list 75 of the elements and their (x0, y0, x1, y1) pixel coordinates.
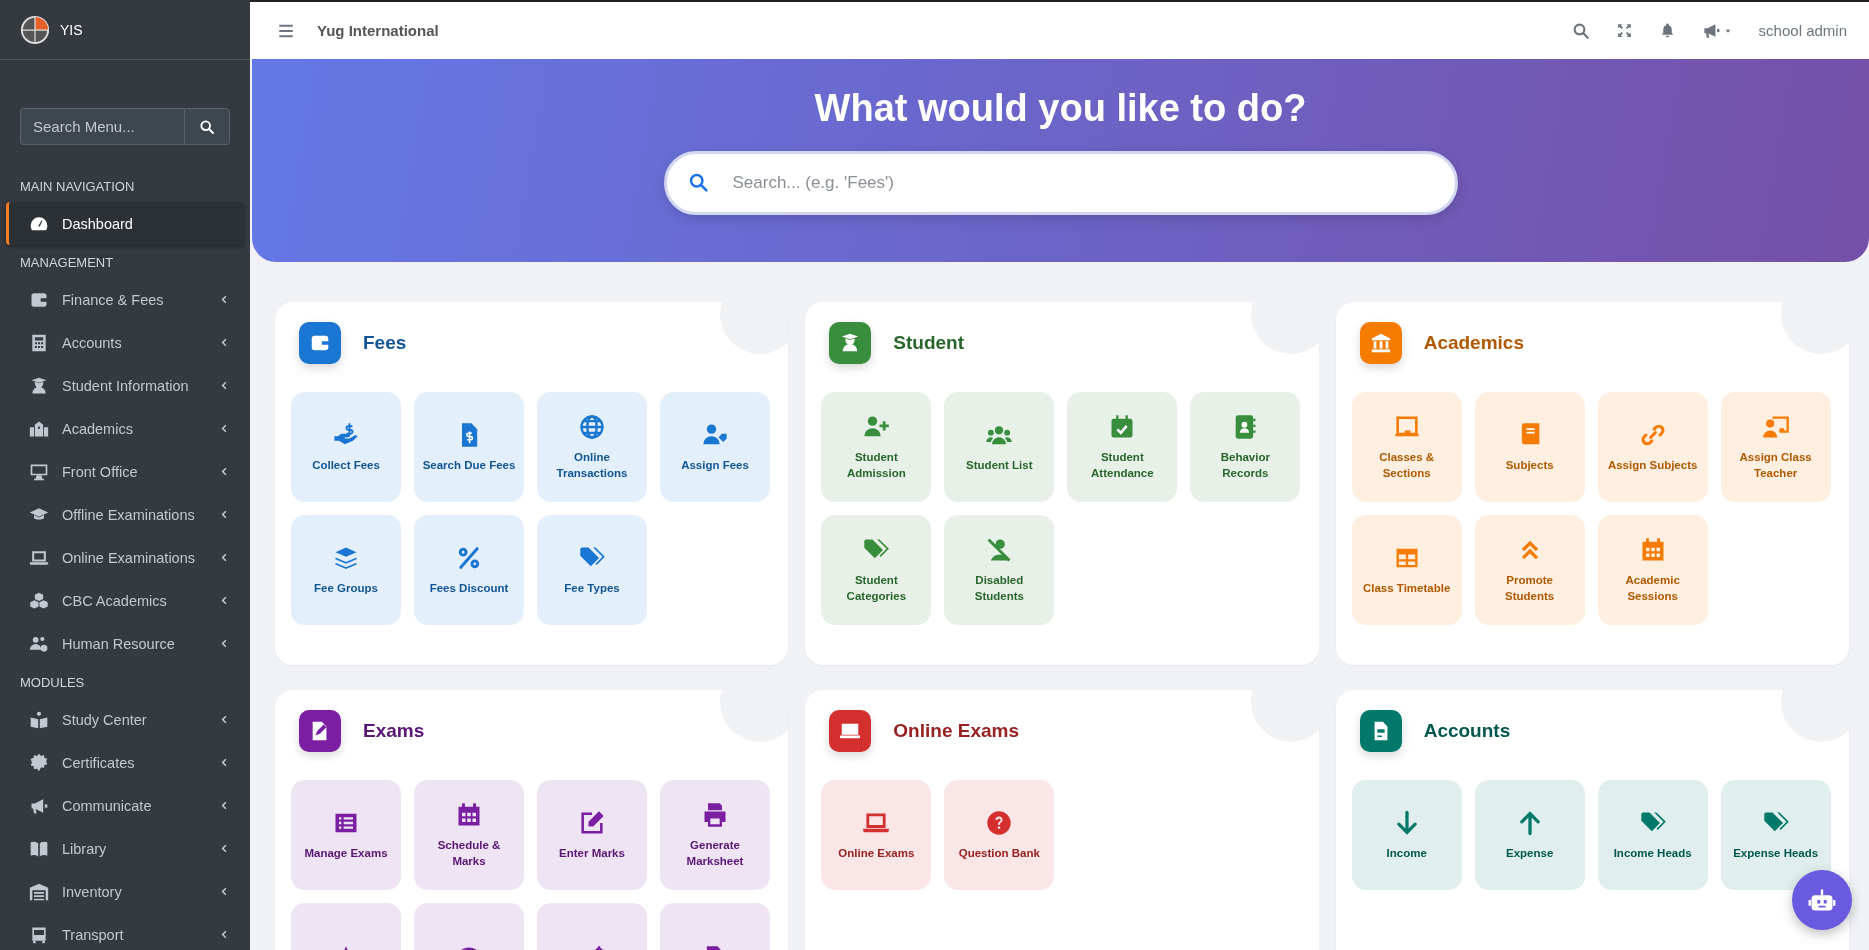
shortcut-tile[interactable]: Generate Marksheet (660, 780, 770, 890)
sidebar-item[interactable]: Study Center (0, 698, 250, 741)
shortcut-tile[interactable]: Enter Marks (537, 780, 647, 890)
shortcut-tile[interactable]: Online Transactions (537, 392, 647, 502)
shortcut-tile[interactable]: Student Categories (821, 515, 932, 625)
bank-icon (1369, 332, 1392, 354)
sidebar-item[interactable]: CBC Academics (0, 579, 250, 622)
shortcut-tile[interactable]: Collect Fees (291, 392, 401, 502)
shortcut-tile[interactable]: Subjects (1474, 392, 1585, 502)
sidebar-item[interactable]: Human Resource (0, 622, 250, 665)
sidebar-item[interactable]: Communicate (0, 784, 250, 827)
section-title: Exams (363, 720, 425, 742)
section-title: Accounts (1423, 720, 1511, 742)
shortcut-tile[interactable]: Academic Sessions (1597, 515, 1708, 625)
shortcut-tile[interactable]: Assign Fees (660, 392, 770, 502)
shortcut-tile[interactable]: Student List (944, 392, 1055, 502)
shortcut-tile[interactable]: Search Due Fees (414, 392, 524, 502)
globe-icon (578, 413, 606, 441)
shortcut-tile[interactable]: Class Timetable (1351, 515, 1462, 625)
shortcut-tile[interactable]: Online Exams (821, 780, 932, 890)
search-button[interactable] (184, 108, 230, 145)
search-icon (1571, 21, 1590, 40)
sidebar-item[interactable]: Accounts (0, 321, 250, 364)
shortcut-tile[interactable]: Fee Types (537, 515, 647, 625)
sidebar-item[interactable]: Offline Examinations (0, 493, 250, 536)
shortcut-tile[interactable]: Fee Groups (291, 515, 401, 625)
sidebar-item[interactable]: Inventory (0, 870, 250, 913)
hero-title: What would you like to do? (814, 86, 1307, 131)
school-name: Yug International (317, 22, 440, 39)
nav-section-heading: MANAGEMENT (19, 254, 115, 272)
menu-search-field[interactable]: Search Menu... (20, 108, 184, 145)
cubes-icon (29, 590, 49, 611)
sidebar-item[interactable]: Academics (0, 407, 250, 450)
sidebar-item[interactable]: Front Office (0, 450, 250, 493)
sidebar-item[interactable]: Library (0, 827, 250, 870)
nav-section-heading: MODULES (19, 674, 86, 692)
expand-icon (1615, 22, 1633, 39)
shortcut-tile[interactable]: Assign Class Teacher (1720, 392, 1831, 502)
shortcut-tile[interactable]: Fees Discount (414, 515, 524, 625)
badge-icon (29, 752, 49, 773)
sidebar-item[interactable]: Student Information (0, 364, 250, 407)
sidebar-item[interactable]: Dashboard (6, 202, 244, 245)
shortcut-tile[interactable]: Behavior Records (1190, 392, 1301, 502)
section-title: Academics (1423, 332, 1524, 354)
reader-icon (29, 709, 49, 730)
shortcut-tile[interactable]: Expense (1474, 780, 1585, 890)
sidebar-item[interactable]: Transport (0, 913, 250, 950)
calculator-icon (29, 332, 49, 353)
shortcut-tile[interactable]: Classes & Sections (1351, 392, 1462, 502)
search-icon (199, 118, 215, 135)
sidebar-item[interactable]: Finance & Fees (0, 278, 250, 321)
shortcut-tile[interactable]: Disabled Students (944, 515, 1055, 625)
brand-name: YIS (60, 21, 83, 38)
shortcut-tile[interactable]: Question Bank (944, 780, 1055, 890)
search-icon (687, 172, 709, 193)
sidebar-item[interactable]: Online Examinations (0, 536, 250, 579)
section-title: Student (893, 332, 965, 354)
warehouse-icon (29, 881, 49, 902)
shortcut-tile[interactable]: Income Heads (1597, 780, 1708, 890)
section-title: Online Exams (893, 720, 1019, 742)
shortcut-tile[interactable]: Student Admission (821, 392, 932, 502)
nav-section-heading: MAIN NAVIGATION (19, 178, 136, 196)
shortcut-tile[interactable]: Expense Heads (1720, 780, 1831, 890)
action-search-field[interactable]: Search... (e.g. 'Fees') (663, 151, 1458, 215)
shortcut-tile[interactable]: Assign Subjects (1597, 392, 1708, 502)
user-menu[interactable]: school admin (1758, 22, 1847, 39)
shortcut-tile[interactable]: Promote Students (1474, 515, 1585, 625)
shortcut-tile[interactable]: Income (1351, 780, 1462, 890)
section-title: Fees (363, 332, 407, 354)
shortcut-tile[interactable]: Manage Exams (291, 780, 401, 890)
sidebar-item[interactable]: Certificates (0, 741, 250, 784)
shortcut-tile[interactable]: Student Attendance (1067, 392, 1178, 502)
shortcut-tile[interactable]: Schedule & Marks (414, 780, 524, 890)
logo-icon (20, 14, 50, 45)
graduate-icon (29, 375, 49, 396)
